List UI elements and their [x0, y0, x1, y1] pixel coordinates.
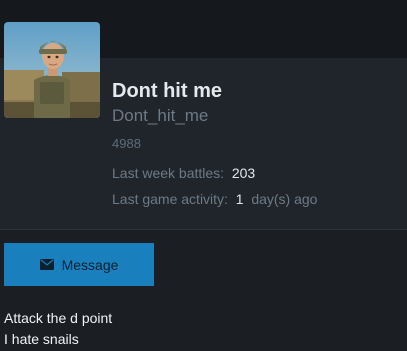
player-profile-page: Dont hit me Dont_hit_me 4988 Last week b… — [0, 0, 407, 351]
player-id: 4988 — [112, 136, 141, 151]
envelope-icon — [39, 259, 54, 270]
soldier-avatar-icon — [4, 22, 100, 118]
last-game-activity-unit: day(s) ago — [251, 191, 318, 207]
message-button-label: Message — [61, 256, 119, 273]
player-bio: Attack the d point I hate snails — [4, 308, 112, 350]
last-game-activity-label: Last game activity — [112, 191, 225, 207]
last-week-battles-label: Last week battles — [112, 165, 221, 181]
player-name: Dont hit me — [112, 80, 222, 102]
last-game-activity-value: 1 — [235, 191, 244, 207]
last-game-activity-stat: Last game activity: 1 day(s) ago — [112, 191, 318, 207]
message-button[interactable]: Message — [4, 243, 154, 286]
player-username: Dont_hit_me — [112, 106, 209, 125]
section-divider — [0, 229, 407, 230]
bio-line: I hate snails — [4, 331, 79, 347]
last-week-battles-stat: Last week battles: 203 — [112, 165, 256, 181]
last-week-battles-value: 203 — [231, 165, 256, 181]
bio-line: Attack the d point — [4, 310, 113, 326]
